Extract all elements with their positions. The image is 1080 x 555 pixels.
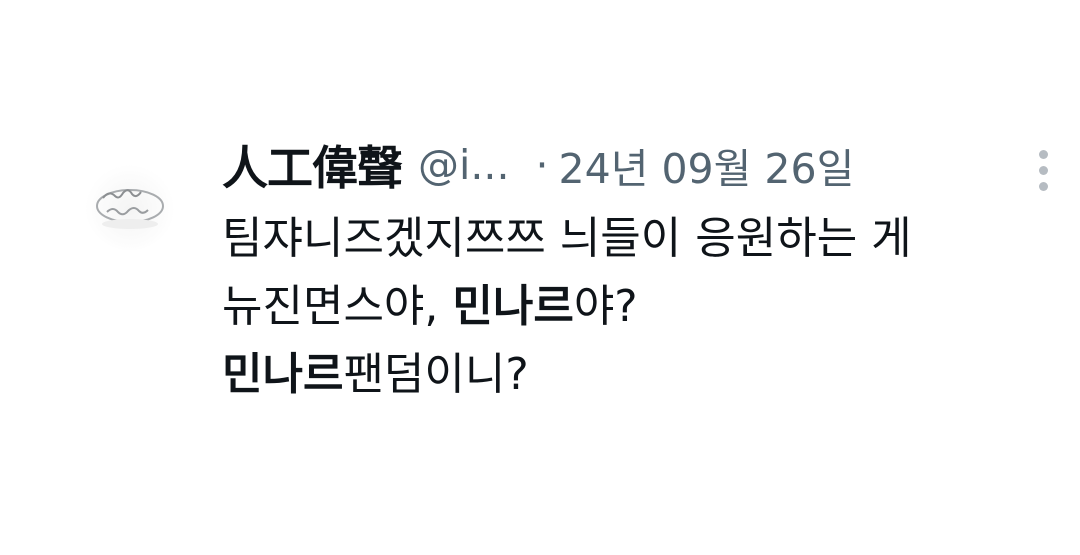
highlighted-keyword: 민나르 <box>452 281 574 332</box>
more-dot <box>1038 182 1048 191</box>
author-handle[interactable]: @i... <box>418 141 510 189</box>
more-dot <box>1038 166 1048 175</box>
more-dot <box>1038 150 1048 159</box>
tweet-text-line: 민나르팬덤이니? <box>222 341 1062 409</box>
tweet-date[interactable]: 24년 09월 26일 <box>559 135 855 195</box>
tweet-text-line: 팀쟈니즈겠지쯔쯔 늬들이 응원하는 게 <box>222 205 1062 273</box>
more-vertical-icon[interactable] <box>1036 150 1050 196</box>
text-segment: 팬덤이니? <box>343 349 529 400</box>
tweet-text: 팀쟈니즈겠지쯔쯔 늬들이 응원하는 게 뉴진면스야, 민나르야? 민나르팬덤이니… <box>222 205 1062 409</box>
text-segment: 팀쟈니즈겠지쯔쯔 늬들이 응원하는 게 <box>222 213 912 264</box>
author-name[interactable]: 人工偉聲 <box>222 132 403 198</box>
avatar[interactable] <box>85 160 175 250</box>
ring-image-icon <box>85 160 175 250</box>
highlighted-keyword: 민나르 <box>222 349 344 400</box>
separator-dot: · <box>535 141 549 189</box>
text-segment: 야? <box>573 281 638 332</box>
text-segment: 뉴진면스야, <box>222 281 453 332</box>
tweet-header: 人工偉聲 @i... · 24년 09월 26일 <box>222 130 1052 200</box>
tweet-text-line: 뉴진면스야, 민나르야? <box>222 273 1062 341</box>
tweet-card: 人工偉聲 @i... · 24년 09월 26일 팀쟈니즈겠지쯔쯔 늬들이 응원… <box>0 0 1080 555</box>
